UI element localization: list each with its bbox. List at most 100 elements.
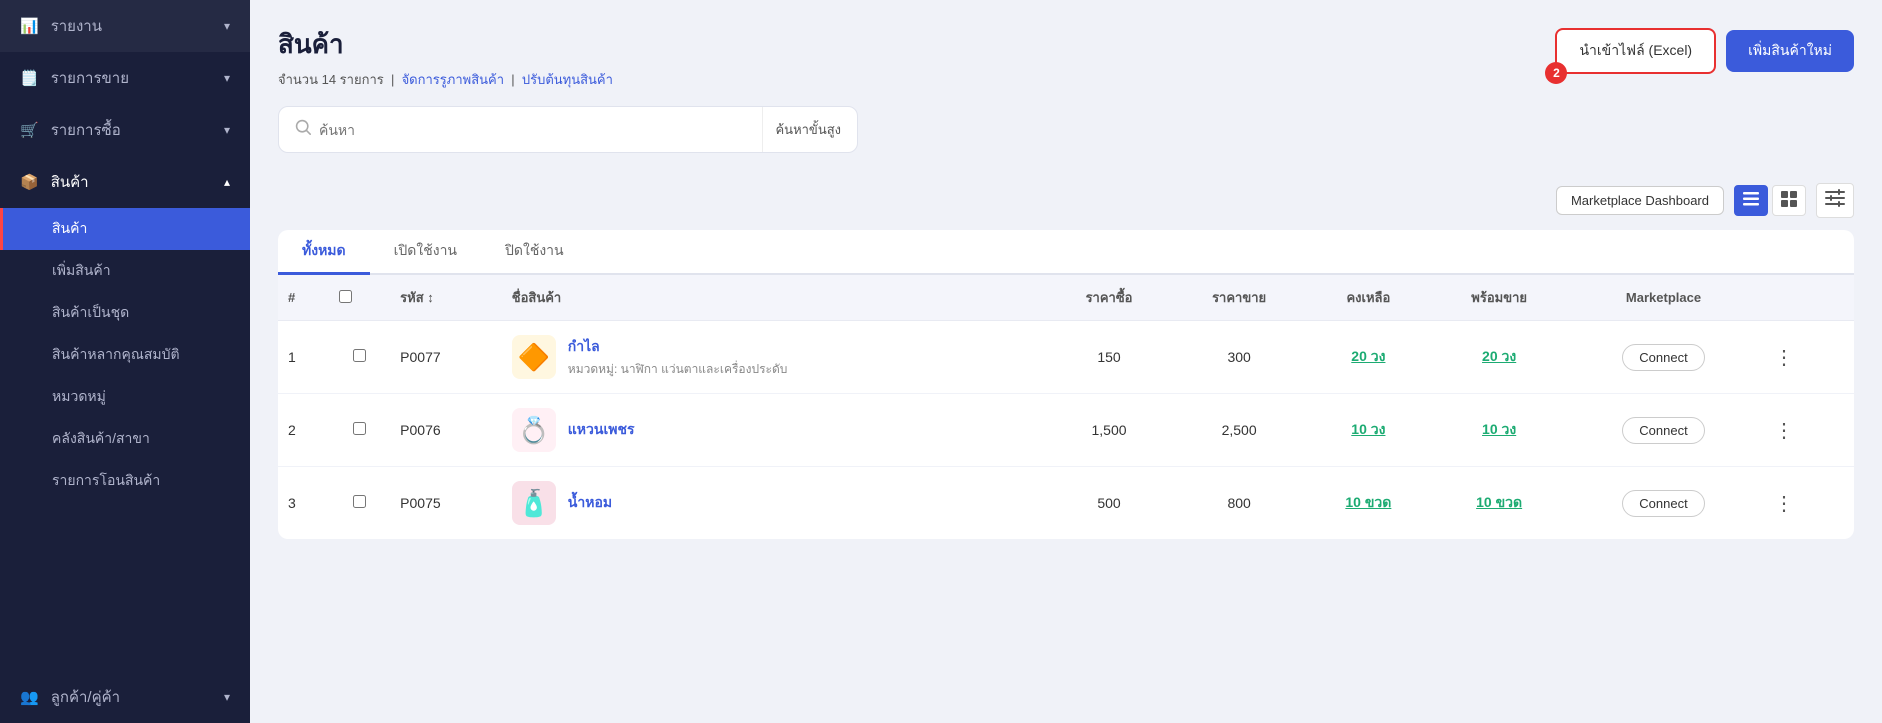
adjust-cost-link[interactable]: ปรับต้นทุนสินค้า <box>522 72 613 87</box>
count-label: จำนวน 14 รายการ <box>278 72 384 87</box>
sidebar-item-customer[interactable]: 👥 ลูกค้า/คู่ค้า ▾ <box>0 671 250 723</box>
stock-link[interactable]: 20 วง <box>1351 348 1385 364</box>
sidebar-item-sales[interactable]: 🗒️ รายการขาย ▾ <box>0 52 250 104</box>
product-name-link[interactable]: น้ำหอม <box>568 494 612 510</box>
sidebar-item-label: รายการซื้อ <box>51 118 121 142</box>
advanced-search-link[interactable]: ค้นหาขั้นสูง <box>762 107 841 152</box>
row-ready[interactable]: 20 วง <box>1429 321 1569 394</box>
sidebar-sub-item-product-set[interactable]: สินค้าเป็นชุด <box>0 292 250 334</box>
marketplace-dashboard-button[interactable]: Marketplace Dashboard <box>1556 186 1724 215</box>
grid-view-button[interactable] <box>1772 185 1806 216</box>
manage-images-link[interactable]: จัดการรูภาพสินค้า <box>402 72 504 87</box>
connect-button[interactable]: Connect <box>1622 344 1704 371</box>
connect-button[interactable]: Connect <box>1622 417 1704 444</box>
row-actions[interactable]: ⋮ <box>1758 467 1854 540</box>
row-sell-price: 300 <box>1171 321 1308 394</box>
more-actions-button[interactable]: ⋮ <box>1768 418 1800 443</box>
sidebar-item-product[interactable]: 📦 สินค้า ▴ <box>0 156 250 208</box>
more-actions-button[interactable]: ⋮ <box>1768 491 1800 516</box>
row-actions[interactable]: ⋮ <box>1758 321 1854 394</box>
row-marketplace[interactable]: Connect <box>1569 321 1758 394</box>
row-actions[interactable]: ⋮ <box>1758 394 1854 467</box>
ready-link[interactable]: 10 วง <box>1482 421 1516 437</box>
search-area: ค้นหาขั้นสูง <box>278 106 858 153</box>
header-buttons: นำเข้าไฟล์ (Excel) 2 เพิ่มสินค้าใหม่ <box>1555 28 1854 74</box>
toolbar-row: Marketplace Dashboard <box>278 183 1854 218</box>
col-checkbox <box>329 275 390 321</box>
tab-open[interactable]: เปิดใช้งาน <box>370 230 481 275</box>
chevron-down-icon: ▾ <box>224 690 230 704</box>
row-product-info: 🔶 กำไล หมวดหมู่: นาฬิกา แว่นตาและเครื่อง… <box>502 321 1048 394</box>
page-subtitle: จำนวน 14 รายการ | จัดการรูภาพสินค้า | ปร… <box>278 69 613 90</box>
row-marketplace[interactable]: Connect <box>1569 394 1758 467</box>
page-title-area: สินค้า จำนวน 14 รายการ | จัดการรูภาพสินค… <box>278 24 613 90</box>
row-code: P0075 <box>390 467 502 540</box>
sidebar-sub-label: สินค้าหลากคุณสมบัติ <box>52 344 180 366</box>
import-badge: 2 <box>1545 62 1567 84</box>
row-checkbox[interactable] <box>329 394 390 467</box>
tab-all[interactable]: ทั้งหมด <box>278 230 370 275</box>
product-image: 🔶 <box>512 335 556 379</box>
chevron-down-icon: ▾ <box>224 123 230 137</box>
row-marketplace[interactable]: Connect <box>1569 467 1758 540</box>
sidebar-item-label: ลูกค้า/คู่ค้า <box>51 685 120 709</box>
ready-link[interactable]: 10 ขวด <box>1476 494 1522 510</box>
row-product-info: 🧴 น้ำหอม <box>502 467 1048 540</box>
table-wrap: ทั้งหมด เปิดใช้งาน ปิดใช้งาน # รหัส ↕ ชื… <box>278 230 1854 539</box>
sidebar-sub-label: คลังสินค้า/สาขา <box>52 428 150 450</box>
search-input[interactable] <box>319 110 748 150</box>
sidebar-item-label: สินค้า <box>51 170 89 194</box>
sidebar-sub-label: สินค้าเป็นชุด <box>52 302 129 324</box>
connect-button[interactable]: Connect <box>1622 490 1704 517</box>
row-stock[interactable]: 10 ขวด <box>1307 467 1429 540</box>
product-icon: 📦 <box>20 173 39 191</box>
sidebar-item-report[interactable]: 📊 รายงาน ▾ <box>0 0 250 52</box>
sidebar-sub-label: เพิ่มสินค้า <box>52 260 111 282</box>
more-actions-button[interactable]: ⋮ <box>1768 345 1800 370</box>
row-buy-price: 1,500 <box>1047 394 1170 467</box>
col-code: รหัส ↕ <box>390 275 502 321</box>
row-select-checkbox[interactable] <box>353 422 366 435</box>
view-toggle <box>1734 185 1806 216</box>
sidebar-sub-item-add-product[interactable]: เพิ่มสินค้า <box>0 250 250 292</box>
product-name-link[interactable]: กำไล <box>568 338 600 354</box>
table-header-row: # รหัส ↕ ชื่อสินค้า ราคาซื้อ ราคาขาย คงเ… <box>278 275 1854 321</box>
col-marketplace: Marketplace <box>1569 275 1758 321</box>
import-button[interactable]: นำเข้าไฟล์ (Excel) <box>1555 28 1716 74</box>
list-view-button[interactable] <box>1734 185 1768 216</box>
stock-link[interactable]: 10 วง <box>1351 421 1385 437</box>
ready-link[interactable]: 20 วง <box>1482 348 1516 364</box>
row-num: 2 <box>278 394 329 467</box>
sidebar-item-purchase[interactable]: 🛒 รายการซื้อ ▾ <box>0 104 250 156</box>
customer-icon: 👥 <box>20 688 39 706</box>
row-checkbox[interactable] <box>329 321 390 394</box>
row-ready[interactable]: 10 วง <box>1429 394 1569 467</box>
col-num: # <box>278 275 329 321</box>
column-settings-button[interactable] <box>1816 183 1854 218</box>
tab-closed[interactable]: ปิดใช้งาน <box>481 230 588 275</box>
product-name-link[interactable]: แหวนเพชร <box>568 421 635 437</box>
row-buy-price: 150 <box>1047 321 1170 394</box>
row-stock[interactable]: 20 วง <box>1307 321 1429 394</box>
row-checkbox[interactable] <box>329 467 390 540</box>
col-name: ชื่อสินค้า <box>502 275 1048 321</box>
row-select-checkbox[interactable] <box>353 495 366 508</box>
product-table: # รหัส ↕ ชื่อสินค้า ราคาซื้อ ราคาขาย คงเ… <box>278 275 1854 539</box>
row-stock[interactable]: 10 วง <box>1307 394 1429 467</box>
add-product-button[interactable]: เพิ่มสินค้าใหม่ <box>1726 30 1854 72</box>
row-select-checkbox[interactable] <box>353 349 366 362</box>
sidebar-sub-item-warehouse[interactable]: คลังสินค้า/สาขา <box>0 418 250 460</box>
sidebar-sub-item-transfer[interactable]: รายการโอนสินค้า <box>0 460 250 502</box>
sidebar-sub-item-product-main[interactable]: สินค้า <box>0 208 250 250</box>
select-all-checkbox[interactable] <box>339 290 352 303</box>
search-icon <box>295 119 311 140</box>
chevron-down-icon: ▾ <box>224 19 230 33</box>
sidebar-sub-item-product-quality[interactable]: สินค้าหลากคุณสมบัติ <box>0 334 250 376</box>
row-code: P0077 <box>390 321 502 394</box>
stock-link[interactable]: 10 ขวด <box>1345 494 1391 510</box>
sidebar-sub-item-category[interactable]: หมวดหมู่ <box>0 376 250 418</box>
report-icon: 📊 <box>20 17 39 35</box>
page-header: สินค้า จำนวน 14 รายการ | จัดการรูภาพสินค… <box>278 24 1854 90</box>
row-ready[interactable]: 10 ขวด <box>1429 467 1569 540</box>
sidebar-item-label: รายการขาย <box>51 66 129 90</box>
